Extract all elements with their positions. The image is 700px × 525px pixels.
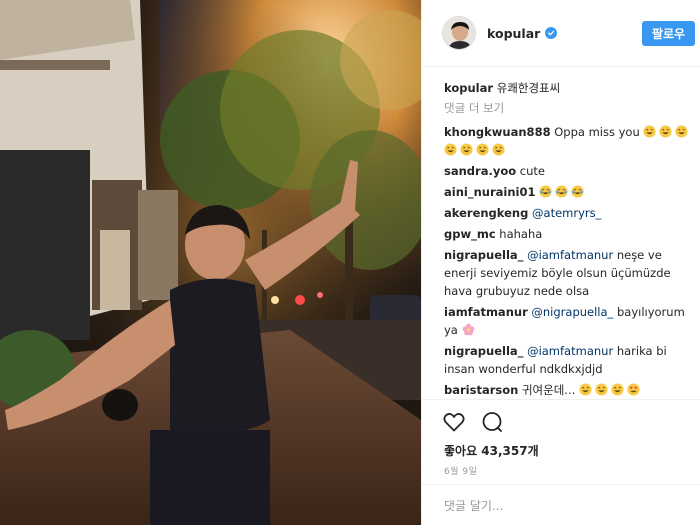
action-icons xyxy=(442,410,504,434)
comment-text: 귀여운데... xyxy=(521,383,576,397)
grin-emoji-icon xyxy=(579,383,592,396)
comment-mention[interactable]: @atemryrs_ xyxy=(532,206,601,220)
joy-emoji-icon xyxy=(555,185,568,198)
comment-item: aini_nuraini01 xyxy=(444,183,694,201)
avatar[interactable] xyxy=(442,16,476,50)
grin-emoji-icon xyxy=(643,125,656,138)
post-photo[interactable] xyxy=(0,0,421,525)
grin-emoji-icon xyxy=(460,143,473,156)
comment-item: nigrapuella_ @iamfatmanur neşe ve enerji… xyxy=(444,246,694,300)
comment-item: sandra.yoo cute xyxy=(444,162,694,180)
grin-emoji-icon xyxy=(595,383,608,396)
comment-username[interactable]: iamfatmanur xyxy=(444,305,528,319)
follow-button[interactable]: 팔로우 xyxy=(642,21,695,46)
post-header: kopular 팔로우 xyxy=(422,0,700,67)
joy-emoji-icon xyxy=(539,185,552,198)
comment-username[interactable]: gpw_mc xyxy=(444,227,496,241)
author-username[interactable]: kopular xyxy=(487,26,540,41)
night-street-photo xyxy=(0,0,421,525)
comment-item: baristarson 귀여운데... xyxy=(444,381,694,398)
comment-username[interactable]: nigrapuella_ xyxy=(444,248,523,262)
grin-emoji-icon xyxy=(659,125,672,138)
comment-text: hahaha xyxy=(499,227,543,241)
comment-mention[interactable]: @nigrapuella_ xyxy=(531,305,613,319)
verified-badge-icon xyxy=(545,27,558,39)
avatar-image xyxy=(443,17,475,49)
grin-emoji-icon xyxy=(492,143,505,156)
comment-username[interactable]: sandra.yoo xyxy=(444,164,516,178)
comment-item: iamfatmanur @nigrapuella_ bayılıyorum ya xyxy=(444,303,694,339)
heart-icon[interactable] xyxy=(442,410,466,434)
instagram-post-view: kopular 팔로우 kopular 유쾌한경표씨 댓글 더 보기 khong… xyxy=(0,0,700,525)
comment-item: akerengkeng @atemryrs_ xyxy=(444,204,694,222)
comment-container: khongkwuan888 Oppa miss you sandra.yoo c… xyxy=(444,123,694,398)
like-count[interactable]: 좋아요 43,357개 xyxy=(444,442,539,459)
comment-username[interactable]: khongkwuan888 xyxy=(444,125,551,139)
grin-emoji-icon xyxy=(675,125,688,138)
caption: kopular 유쾌한경표씨 xyxy=(444,79,694,97)
load-more-comments-link[interactable]: 댓글 더 보기 xyxy=(444,99,694,117)
hearteyes-emoji-icon xyxy=(627,383,640,396)
comment-username[interactable]: akerengkeng xyxy=(444,206,528,220)
comment-item: khongkwuan888 Oppa miss you xyxy=(444,123,694,159)
comment-mention[interactable]: @iamfatmanur xyxy=(527,248,613,262)
comment-form xyxy=(422,484,700,525)
comment-text: cute xyxy=(519,164,545,178)
grin-emoji-icon xyxy=(476,143,489,156)
comment-username[interactable]: nigrapuella_ xyxy=(444,344,523,358)
post-date[interactable]: 6월 9일 xyxy=(444,464,477,477)
comment-text: Oppa miss you xyxy=(554,125,640,139)
comment-bubble-icon[interactable] xyxy=(480,410,504,434)
caption-text: 유쾌한경표씨 xyxy=(496,81,561,95)
grin-emoji-icon xyxy=(444,143,457,156)
comment-item: nigrapuella_ @iamfatmanur harika bi insa… xyxy=(444,342,694,378)
post-side-panel: kopular 팔로우 kopular 유쾌한경표씨 댓글 더 보기 khong… xyxy=(421,0,700,525)
comment-mention[interactable]: @iamfatmanur xyxy=(527,344,613,358)
comment-input[interactable] xyxy=(444,495,679,517)
blossom-emoji-icon xyxy=(462,323,475,336)
comment-username[interactable]: aini_nuraini01 xyxy=(444,185,535,199)
comment-item: gpw_mc hahaha xyxy=(444,225,694,243)
joy-emoji-icon xyxy=(571,185,584,198)
comments-list[interactable]: kopular 유쾌한경표씨 댓글 더 보기 khongkwuan888 Opp… xyxy=(444,77,694,398)
grin-emoji-icon xyxy=(611,383,624,396)
post-actions: 좋아요 43,357개 6월 9일 xyxy=(422,399,700,525)
comment-username[interactable]: baristarson xyxy=(444,383,518,397)
caption-author[interactable]: kopular xyxy=(444,81,493,95)
